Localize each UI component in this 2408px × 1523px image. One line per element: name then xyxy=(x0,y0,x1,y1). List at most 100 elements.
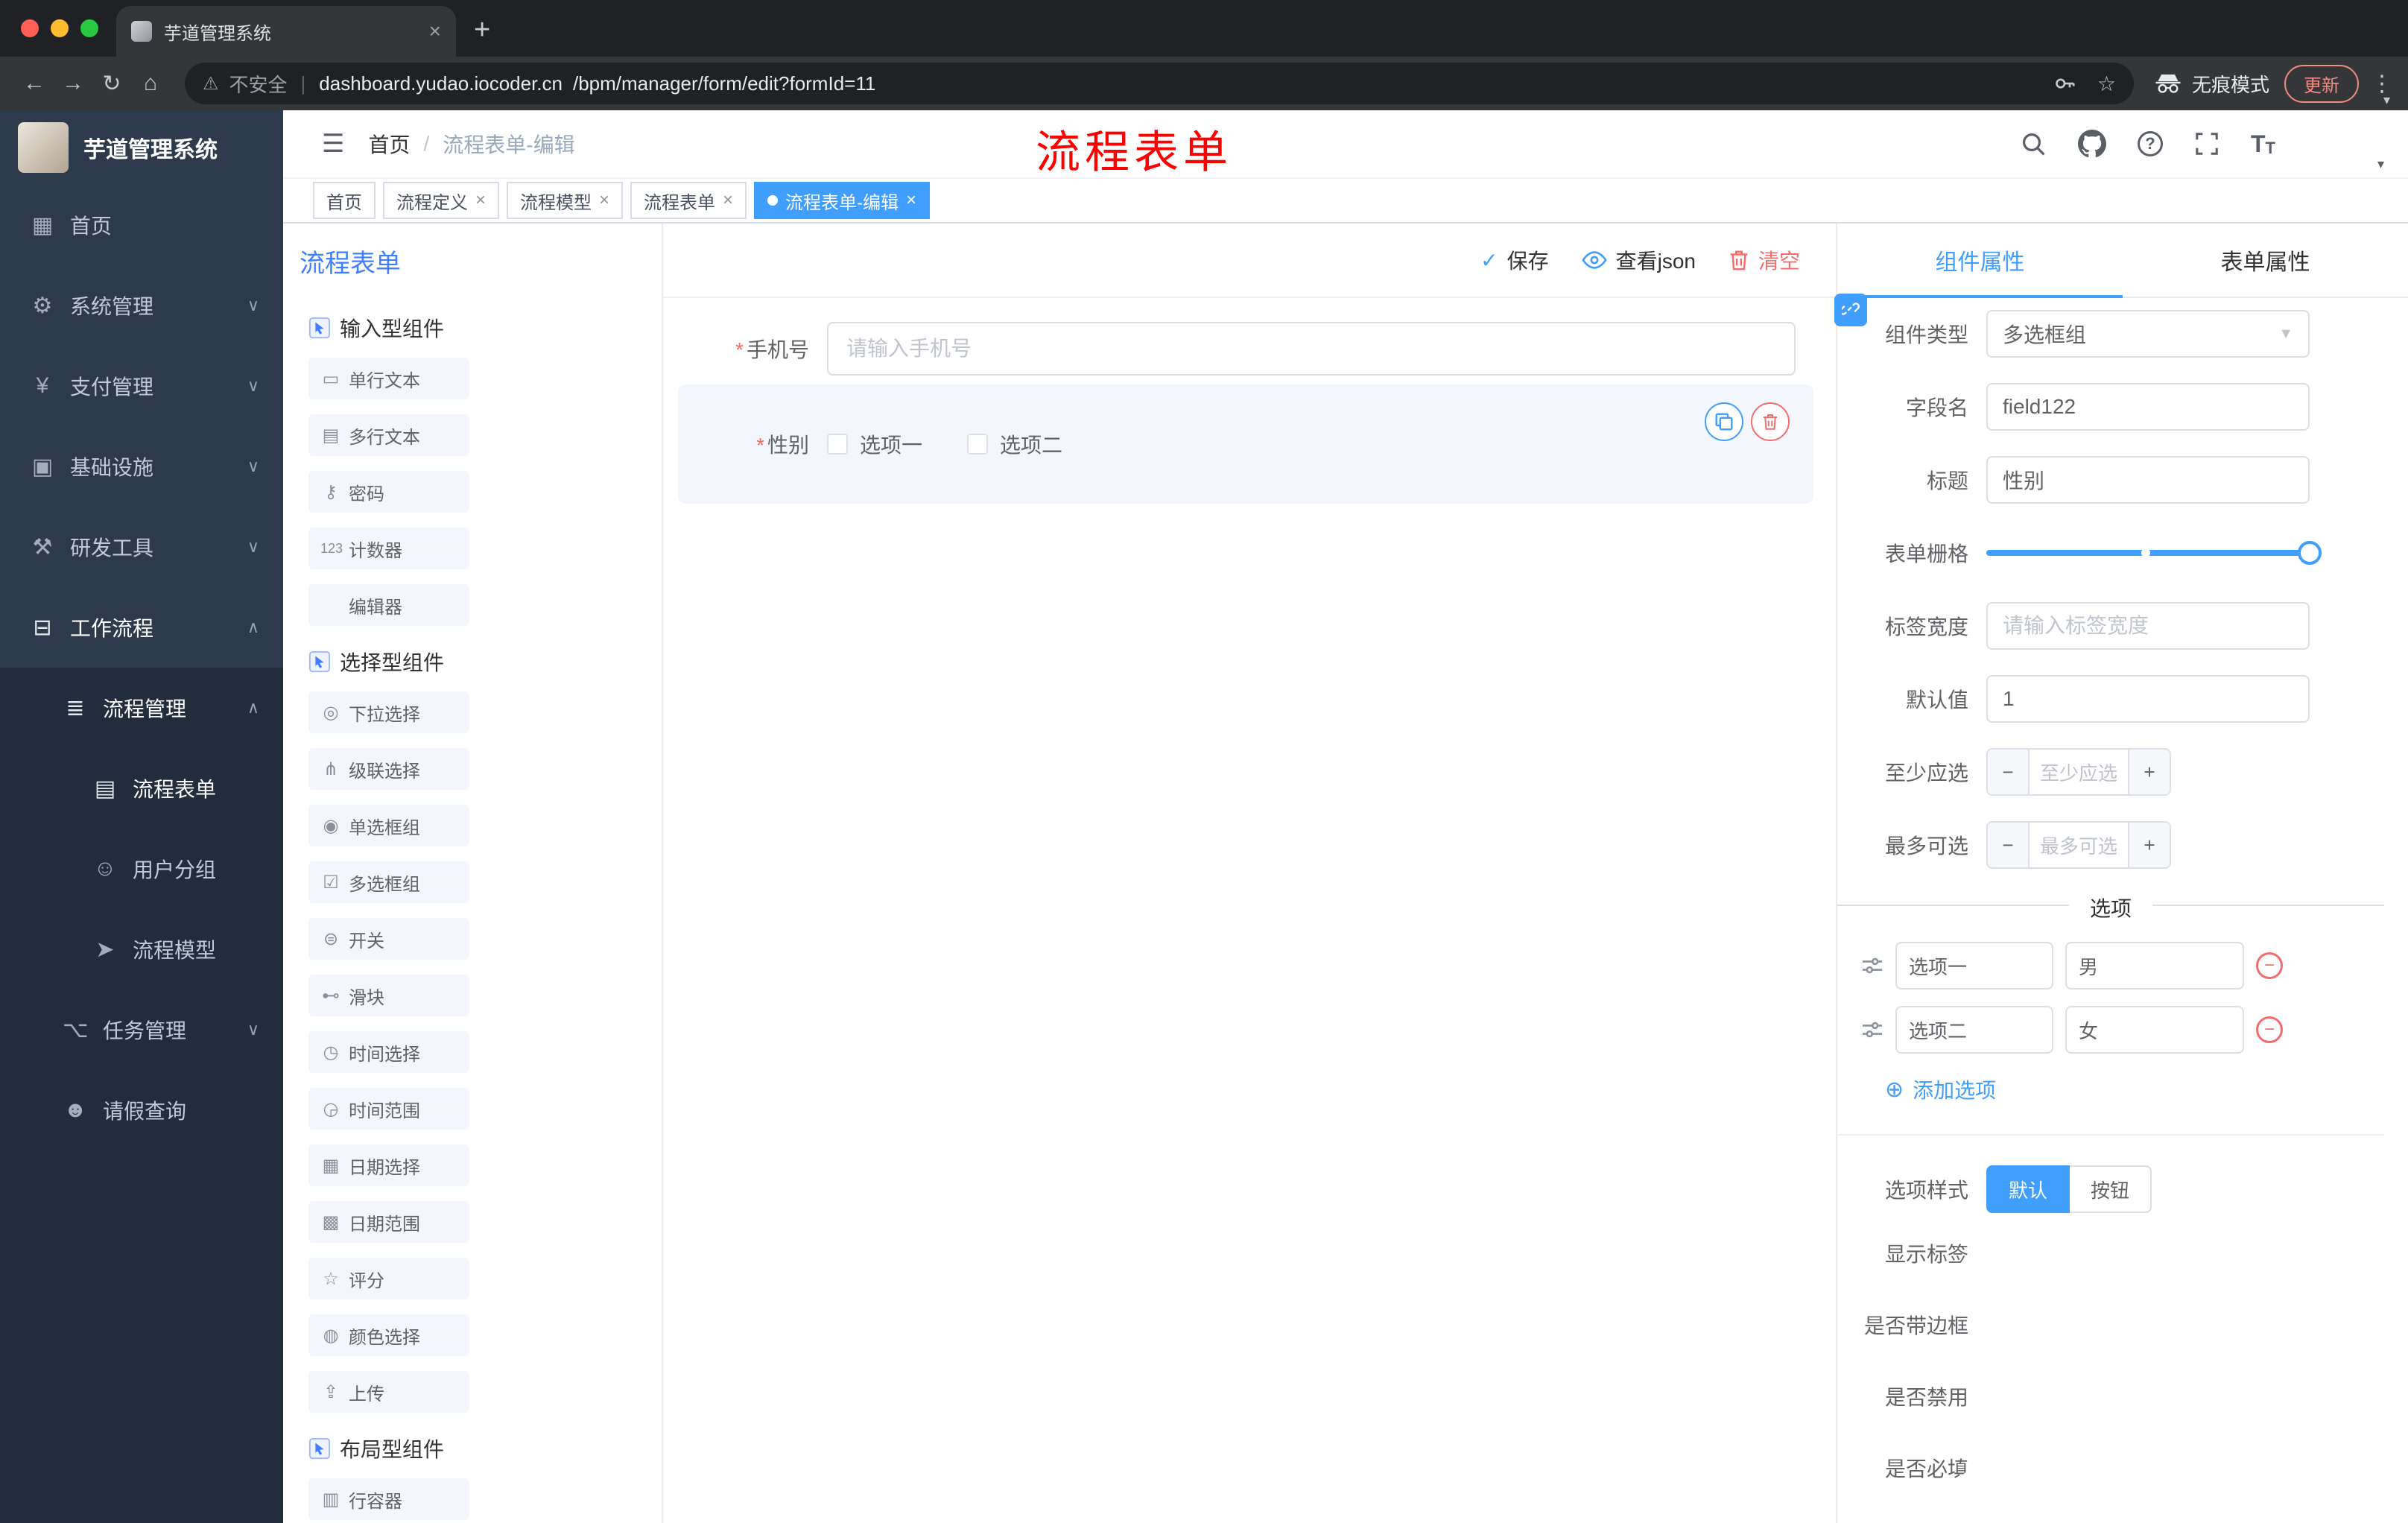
option-value-input[interactable] xyxy=(2065,942,2244,990)
option-label-input[interactable] xyxy=(1895,1006,2053,1054)
remove-option-button[interactable]: − xyxy=(2256,1016,2283,1043)
label-width-input[interactable] xyxy=(1986,602,2310,650)
sidebar-item-process-mgmt[interactable]: ≣ 流程管理 ∧ xyxy=(0,668,283,748)
sidebar-item-user-group[interactable]: ☺ 用户分组 xyxy=(0,829,283,909)
sidebar-item-workflow[interactable]: ⊟ 工作流程 ∧ xyxy=(0,587,283,668)
toolbar-caret-icon[interactable]: ▾ xyxy=(2383,92,2390,108)
properties-scroll[interactable]: 组件类型 多选框组 ▼ 字段名 field122 标题 性别 表单栅格 标签宽度… xyxy=(1837,298,2408,1523)
tag-close-icon[interactable]: × xyxy=(723,190,733,211)
form-canvas[interactable]: * 手机号 请输入手机号 * 性别 选项一 选项二 xyxy=(663,298,1836,1523)
component-item-time-range[interactable]: ◶ 时间范围 xyxy=(308,1088,469,1130)
tag-process-definition[interactable]: 流程定义 × xyxy=(383,182,500,219)
sidebar-item-infra[interactable]: ▣ 基础设施 ∨ xyxy=(0,426,283,507)
slider-handle[interactable] xyxy=(2298,541,2322,565)
search-icon[interactable] xyxy=(2020,130,2047,157)
tag-close-icon[interactable]: × xyxy=(475,190,486,211)
copy-component-button[interactable] xyxy=(1705,402,1743,441)
component-item-date-picker[interactable]: ▦ 日期选择 xyxy=(308,1144,469,1186)
breadcrumb-home[interactable]: 首页 xyxy=(368,129,410,159)
sidebar-item-devtools[interactable]: ⚒ 研发工具 ∨ xyxy=(0,507,283,587)
component-item-color-picker[interactable]: ◍ 颜色选择 xyxy=(308,1314,469,1356)
component-item-checkbox-group[interactable]: ☑ 多选框组 xyxy=(308,861,469,903)
github-icon[interactable] xyxy=(2078,130,2106,158)
component-type-select[interactable]: 多选框组 ▼ xyxy=(1986,310,2310,358)
tab-form-props[interactable]: 表单属性 xyxy=(2123,224,2408,297)
component-item-single-text[interactable]: ▭ 单行文本 xyxy=(308,358,469,399)
help-icon[interactable]: ? xyxy=(2138,131,2163,156)
add-option-button[interactable]: ⊕ 添加选项 xyxy=(1885,1074,2408,1104)
address-bar[interactable]: ⚠ 不安全 | dashboard.yudao.iocoder.cn/bpm/m… xyxy=(185,63,2134,104)
tag-process-model[interactable]: 流程模型 × xyxy=(507,182,624,219)
gender-field-block-selected[interactable]: * 性别 选项一 选项二 xyxy=(678,384,1813,504)
password-key-icon[interactable] xyxy=(2054,73,2075,94)
component-item-select[interactable]: ◎ 下拉选择 xyxy=(308,691,469,733)
component-item-counter[interactable]: 123 计数器 xyxy=(308,528,469,569)
home-icon[interactable]: ⌂ xyxy=(131,71,170,96)
drag-handle-icon[interactable] xyxy=(1861,1020,1883,1039)
clear-button[interactable]: 清空 xyxy=(1729,245,1800,275)
view-json-button[interactable]: 查看json xyxy=(1581,245,1696,275)
chrome-update-button[interactable]: 更新 xyxy=(2284,64,2359,103)
zoom-window-button[interactable] xyxy=(80,19,98,37)
tab-component-props[interactable]: 组件属性 xyxy=(1837,224,2123,298)
component-item-radio-group[interactable]: ◉ 单选框组 xyxy=(308,805,469,846)
link-float-button[interactable] xyxy=(1834,294,1867,326)
delete-component-button[interactable] xyxy=(1751,402,1790,441)
back-icon[interactable]: ← xyxy=(15,71,54,96)
tag-process-form[interactable]: 流程表单 × xyxy=(630,182,747,219)
component-item-time-picker[interactable]: ◷ 时间选择 xyxy=(308,1031,469,1073)
title-input[interactable] xyxy=(1986,456,2310,504)
component-item-upload[interactable]: ⇪ 上传 xyxy=(308,1371,469,1413)
user-avatar[interactable]: ▾ xyxy=(2310,115,2384,172)
style-default-button[interactable]: 默认 xyxy=(1986,1165,2070,1213)
close-window-button[interactable] xyxy=(21,19,39,37)
tag-close-icon[interactable]: × xyxy=(599,190,609,211)
remove-option-button[interactable]: − xyxy=(2256,952,2283,979)
drag-handle-icon[interactable] xyxy=(1861,956,1883,975)
phone-field-row[interactable]: * 手机号 xyxy=(678,322,1813,376)
save-button[interactable]: ✓ 保存 xyxy=(1480,245,1548,275)
checkbox-option-2[interactable]: 选项二 xyxy=(967,429,1062,459)
component-item-switch[interactable]: ⊜ 开关 xyxy=(308,918,469,960)
option-value-input[interactable] xyxy=(2065,1006,2244,1054)
component-item-date-range[interactable]: ▩ 日期范围 xyxy=(308,1201,469,1243)
component-item-password[interactable]: ⚷ 密码 xyxy=(308,471,469,513)
components-scroll[interactable]: 输入型组件 ▭ 单行文本 ▤ 多行文本 ⚷ 密码 123 计数器 编辑器 选择型… xyxy=(283,298,662,1523)
min-select-value[interactable]: 至少应选 xyxy=(2030,750,2128,794)
font-size-icon[interactable]: TT xyxy=(2251,130,2275,158)
tab-close-icon[interactable]: × xyxy=(429,19,441,43)
style-button-button[interactable]: 按钮 xyxy=(2070,1165,2152,1213)
option-label-input[interactable] xyxy=(1895,942,2053,990)
sidebar-item-home[interactable]: ▦ 首页 xyxy=(0,185,283,265)
checkbox-option-1[interactable]: 选项一 xyxy=(827,429,922,459)
fullscreen-icon[interactable] xyxy=(2194,131,2220,156)
component-item-cascader[interactable]: ⋔ 级联选择 xyxy=(308,748,469,790)
sidebar-item-process-model[interactable]: ➤ 流程模型 xyxy=(0,909,283,990)
tag-home[interactable]: 首页 xyxy=(313,182,376,219)
max-select-value[interactable]: 最多可选 xyxy=(2030,823,2128,867)
gender-field-row[interactable]: * 性别 选项一 选项二 xyxy=(678,429,1813,459)
decrease-button[interactable]: − xyxy=(1988,823,2030,867)
component-item-editor[interactable]: 编辑器 xyxy=(308,584,469,626)
slider-track[interactable] xyxy=(1986,541,2322,565)
component-item-slider[interactable]: ⊷ 滑块 xyxy=(308,975,469,1016)
security-label[interactable]: 不安全 xyxy=(229,70,288,98)
minimize-window-button[interactable] xyxy=(51,19,69,37)
component-item-row-container[interactable]: ▥ 行容器 xyxy=(308,1478,469,1520)
component-item-rate[interactable]: ☆ 评分 xyxy=(308,1258,469,1299)
bookmark-star-icon[interactable]: ☆ xyxy=(2097,72,2116,96)
sidebar-item-payment[interactable]: ¥ 支付管理 ∨ xyxy=(0,346,283,426)
field-name-input[interactable] xyxy=(1986,383,2310,431)
browser-tab[interactable]: 芋道管理系统 × xyxy=(116,6,456,57)
sidebar-item-leave-query[interactable]: ☻ 请假查询 xyxy=(0,1070,283,1150)
tag-process-form-edit[interactable]: 流程表单-编辑 × xyxy=(754,182,931,219)
sidebar-item-process-form[interactable]: ▤ 流程表单 xyxy=(0,748,283,829)
new-tab-button[interactable]: + xyxy=(474,14,490,46)
hamburger-icon[interactable]: ☰ xyxy=(322,129,344,159)
reload-icon[interactable]: ↻ xyxy=(92,71,131,97)
default-value-input[interactable] xyxy=(1986,675,2310,723)
sidebar-item-system[interactable]: ⚙ 系统管理 ∨ xyxy=(0,265,283,346)
grid-slider[interactable] xyxy=(1986,529,2322,577)
sidebar-item-task-mgmt[interactable]: ⌥ 任务管理 ∨ xyxy=(0,990,283,1070)
phone-input[interactable] xyxy=(827,322,1796,376)
